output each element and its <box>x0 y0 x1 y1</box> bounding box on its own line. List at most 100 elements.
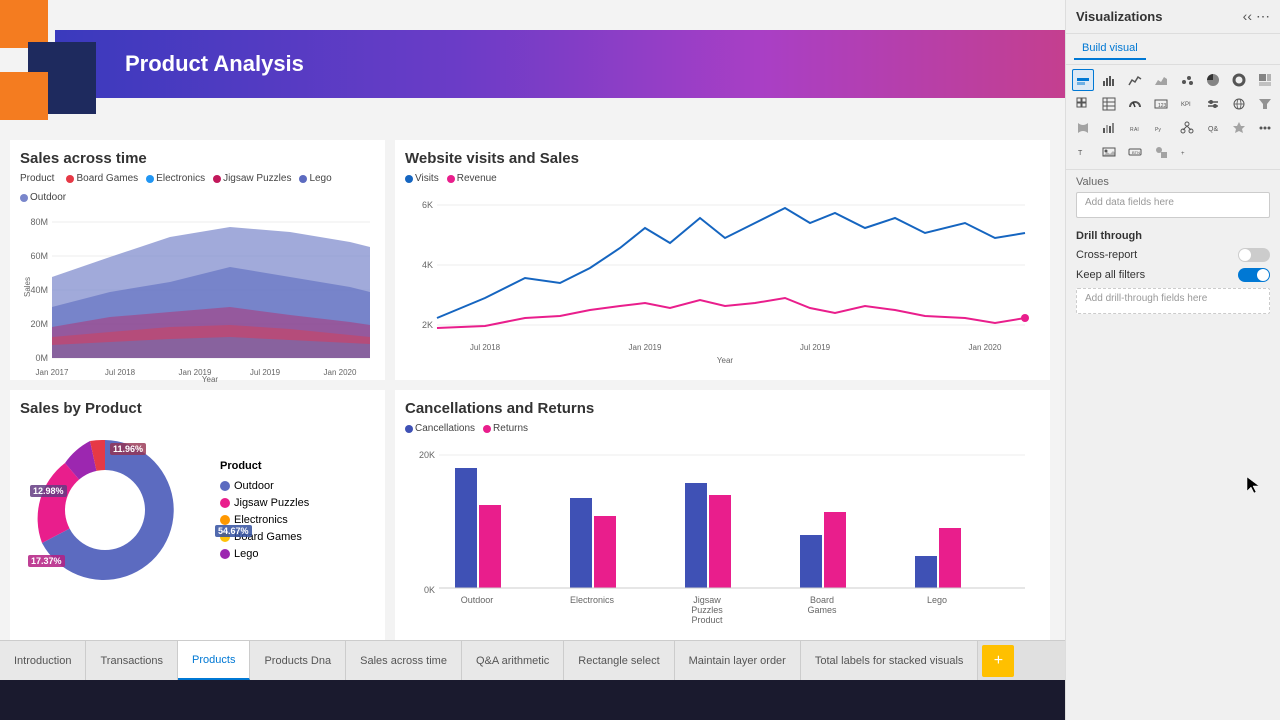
sales-product-title: Sales by Product <box>20 400 375 417</box>
svg-text:KPI: KPI <box>1181 102 1191 108</box>
legend-outdoor: Outdoor <box>20 192 66 203</box>
cross-report-toggle[interactable] <box>1238 248 1270 262</box>
legend-jigsaw-item: Jigsaw Puzzles <box>220 497 309 509</box>
svg-text:Puzzles: Puzzles <box>691 605 723 615</box>
icon-bar-chart[interactable] <box>1098 69 1120 91</box>
icon-shapes[interactable] <box>1150 141 1172 163</box>
svg-text:40M: 40M <box>30 285 48 295</box>
collapse-icon[interactable]: ‹‹ <box>1243 8 1252 25</box>
icon-image[interactable] <box>1098 141 1120 163</box>
icon-map[interactable] <box>1228 93 1250 115</box>
svg-text:Sales: Sales <box>23 277 32 297</box>
values-section: Values Add data fields here <box>1066 169 1280 224</box>
website-visits-svg: 6K 4K 2K Jul 2018 Jan 2019 Jul 2019 Jan … <box>405 188 1035 363</box>
icon-ellipsis[interactable] <box>1254 117 1276 139</box>
icon-smart[interactable] <box>1228 117 1250 139</box>
donut-chart-svg <box>20 425 190 595</box>
icon-py[interactable]: Py <box>1150 117 1172 139</box>
website-legend: Visits Revenue <box>405 173 1040 184</box>
legend-electronics: Electronics <box>146 173 205 184</box>
more-options-icon[interactable]: ⋯ <box>1256 8 1270 25</box>
legend-revenue: Revenue <box>447 173 497 184</box>
logo-orange-top <box>0 0 48 48</box>
icon-waterfall[interactable] <box>1098 117 1120 139</box>
website-visits-title: Website visits and Sales <box>405 150 1040 167</box>
drill-field-area[interactable]: Add drill-through fields here <box>1076 288 1270 314</box>
svg-text:Board: Board <box>810 595 834 605</box>
svg-text:Product: Product <box>691 615 723 625</box>
tab-maintain-layer[interactable]: Maintain layer order <box>675 641 801 680</box>
icon-table[interactable] <box>1098 93 1120 115</box>
svg-text:Year: Year <box>717 356 734 363</box>
icon-funnel[interactable] <box>1254 93 1276 115</box>
icon-donut[interactable] <box>1228 69 1250 91</box>
icon-slicer[interactable] <box>1202 93 1224 115</box>
sales-time-legend: Product Board Games Electronics Jigsaw P… <box>20 173 375 203</box>
icon-scatter[interactable] <box>1176 69 1198 91</box>
svg-text:Q&: Q& <box>1208 126 1218 133</box>
viz-panel-header: Visualizations ‹‹ ⋯ <box>1066 0 1280 34</box>
icon-qa[interactable]: Q& <box>1202 117 1224 139</box>
svg-text:Jan 2019: Jan 2019 <box>629 343 662 352</box>
sales-time-svg: 80M 60M 40M 20M 0M Sales <box>20 207 375 382</box>
tab-sales-across-time[interactable]: Sales across time <box>346 641 462 680</box>
icon-stacked-bar[interactable] <box>1072 69 1094 91</box>
icon-button[interactable]: BTN <box>1124 141 1146 163</box>
tab-products[interactable]: Products <box>178 641 250 680</box>
tab-transactions[interactable]: Transactions <box>86 641 178 680</box>
svg-text:T: T <box>1078 150 1083 157</box>
legend-product-label: Product <box>20 173 54 184</box>
svg-text:123: 123 <box>1158 103 1167 109</box>
svg-text:20K: 20K <box>419 450 435 460</box>
cancellations-title: Cancellations and Returns <box>405 400 1040 417</box>
product-legend-title: Product <box>220 460 309 472</box>
legend-returns: Returns <box>483 423 528 434</box>
page-title: Product Analysis <box>125 51 304 77</box>
icon-line-chart[interactable] <box>1124 69 1146 91</box>
svg-text:AI: AI <box>1134 127 1139 133</box>
cancellations-chart[interactable]: Cancellations and Returns Cancellations … <box>395 390 1050 655</box>
svg-text:Electronics: Electronics <box>570 595 615 605</box>
tab-add-button[interactable]: + <box>982 645 1014 677</box>
values-field[interactable]: Add data fields here <box>1076 192 1270 218</box>
product-legend: Product Outdoor Jigsaw Puzzles Electroni… <box>220 460 309 560</box>
svg-text:Jan 2020: Jan 2020 <box>969 343 1002 352</box>
icon-custom[interactable]: + <box>1176 141 1198 163</box>
legend-outdoor-item: Outdoor <box>220 480 309 492</box>
icon-ribbon[interactable] <box>1072 117 1094 139</box>
tab-rectangle-select[interactable]: Rectangle select <box>564 641 674 680</box>
cancellations-svg: 20K 0K <box>405 438 1035 633</box>
icon-matrix[interactable] <box>1072 93 1094 115</box>
keep-filters-toggle[interactable] <box>1238 268 1270 282</box>
icon-area-chart[interactable] <box>1150 69 1172 91</box>
svg-text:Games: Games <box>807 605 837 615</box>
sales-product-chart[interactable]: Sales by Product <box>10 390 385 655</box>
icon-gauge[interactable] <box>1124 93 1146 115</box>
cancellations-legend: Cancellations Returns <box>405 423 1040 434</box>
tab-introduction[interactable]: Introduction <box>0 641 86 680</box>
svg-text:0K: 0K <box>424 585 435 595</box>
drill-through-title: Drill through <box>1076 230 1270 242</box>
keep-filters-label: Keep all filters <box>1076 269 1145 281</box>
icon-kpi[interactable]: KPI <box>1176 93 1198 115</box>
tab-products-dna[interactable]: Products Dna <box>250 641 346 680</box>
logo-area <box>0 0 100 130</box>
tab-qa-arithmetic[interactable]: Q&A arithmetic <box>462 641 564 680</box>
svg-text:Py: Py <box>1155 127 1161 133</box>
tab-build-visual[interactable]: Build visual <box>1074 38 1146 60</box>
website-visits-chart[interactable]: Website visits and Sales Visits Revenue … <box>395 140 1050 380</box>
icon-decomp[interactable] <box>1176 117 1198 139</box>
svg-text:Year: Year <box>202 375 219 382</box>
svg-text:0M: 0M <box>35 353 48 363</box>
cross-report-row: Cross-report <box>1076 248 1270 262</box>
legend-visits: Visits <box>405 173 439 184</box>
tab-total-labels[interactable]: Total labels for stacked visuals <box>801 641 979 680</box>
main-content: Product Analysis Sales across time Produ… <box>0 0 1065 680</box>
sales-time-chart[interactable]: Sales across time Product Board Games El… <box>10 140 385 380</box>
tabs-bar: Introduction Transactions Products Produ… <box>0 640 1065 680</box>
icon-treemap[interactable] <box>1254 69 1276 91</box>
icon-card[interactable]: 123 <box>1150 93 1172 115</box>
icon-text[interactable]: T <box>1072 141 1094 163</box>
icon-pie[interactable] <box>1202 69 1224 91</box>
icon-rai[interactable]: RAI <box>1124 117 1146 139</box>
